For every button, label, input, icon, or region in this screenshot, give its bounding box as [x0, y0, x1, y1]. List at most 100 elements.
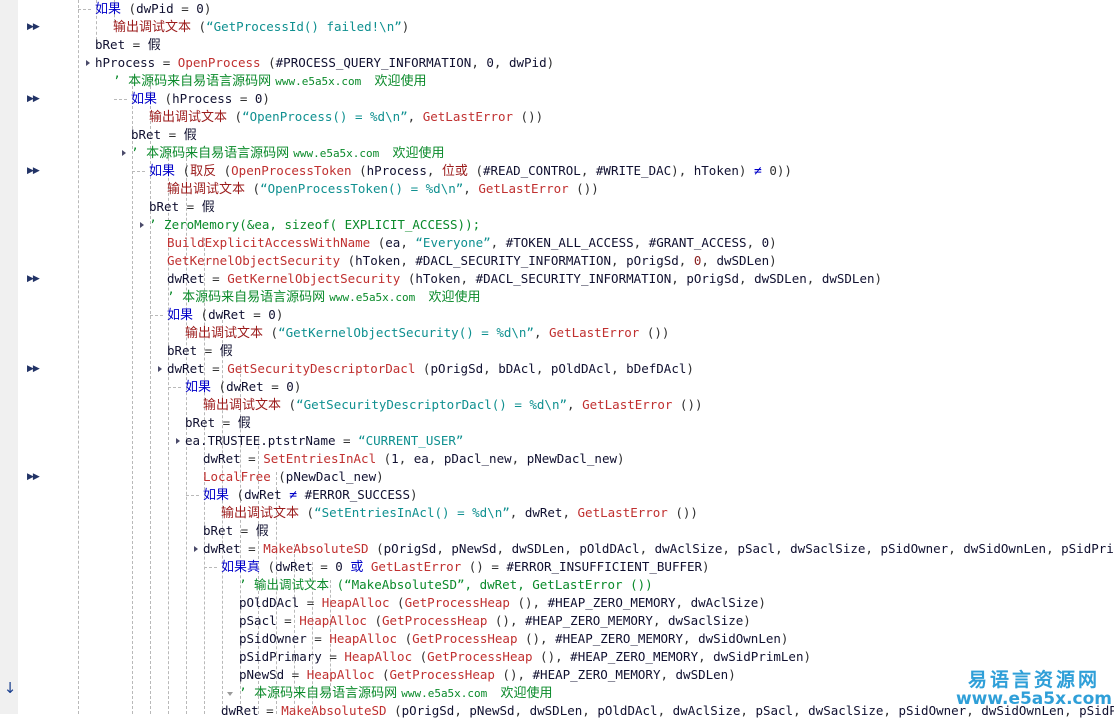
token-punc: , [966, 703, 982, 718]
breakpoint-marker[interactable]: ▶▶ [27, 162, 43, 180]
code-line[interactable]: bRet = 假 [185, 414, 251, 432]
token-punc: = [263, 379, 287, 394]
code-line[interactable]: BuildExplicitAccessWithName (ea, “Everyo… [167, 234, 777, 252]
code-lines[interactable]: 如果 (dwPid = 0) 输出调试文本 (“GetProcessId() fa… [55, 0, 1114, 718]
token-var: pNewSd [451, 541, 497, 556]
token-str: “Everyone” [415, 235, 491, 250]
token-var: dwRet [244, 487, 282, 502]
code-line[interactable]: pSidOwner = HeapAlloc (GetProcessHeap ()… [239, 630, 788, 648]
token-punc: ) [686, 361, 694, 376]
code-line[interactable]: pSacl = HeapAlloc (GetProcessHeap (), #H… [239, 612, 751, 630]
code-line[interactable]: 如果 (dwRet = 0) [185, 378, 301, 396]
code-line[interactable]: dwRet = GetKernelObjectSecurity (hToken,… [167, 270, 882, 288]
token-var: dwRet [275, 559, 313, 574]
token-punc: ) [803, 649, 812, 664]
token-punc: (), [487, 613, 526, 628]
token-var: dwPid [136, 1, 174, 16]
code-line[interactable]: 输出调试文本 (“GetSecurityDescriptorDacl() = %… [203, 396, 703, 414]
token-punc: (), [532, 649, 571, 664]
token-fn: HeapAlloc [299, 613, 367, 628]
token-punc: ( [245, 181, 261, 196]
code-line[interactable]: ’ 输出调试文本 (“MakeAbsoluteSD”, dwRet, GetLa… [239, 576, 653, 594]
token-punc: , [739, 271, 755, 286]
token-punc: ) [203, 1, 212, 16]
token-var: bDAcl [498, 361, 536, 376]
code-line[interactable]: 输出调试文本 (“GetKernelObjectSecurity() = %d\… [185, 324, 669, 342]
token-punc: , [657, 703, 673, 718]
token-punc: ) [376, 469, 384, 484]
code-line[interactable]: 如果 (取反 (OpenProcessToken (hProcess, 位或 (… [149, 162, 792, 180]
breakpoint-marker[interactable]: ▶▶ [27, 270, 43, 288]
token-neq: ≠ [753, 164, 762, 179]
token-punc: ( [263, 325, 279, 340]
code-line[interactable]: GetKernelObjectSecurity (hToken, #DACL_S… [167, 252, 777, 270]
code-line[interactable]: bRet = 假 [149, 198, 215, 216]
token-cst: #HEAP_ZERO_MEMORY [570, 649, 699, 664]
token-fn: GetProcessHeap [382, 613, 488, 628]
code-line[interactable]: ’ 本源码来自易语言源码网 www.e5a5x.com 欢迎使用 [131, 144, 445, 162]
token-punc: ) [262, 91, 270, 106]
breakpoint-marker[interactable]: ▶▶ [27, 18, 43, 36]
code-line[interactable]: ’ 本源码来自易语言源码网 www.e5a5x.com 欢迎使用 [239, 684, 553, 702]
token-punc: , [633, 235, 649, 250]
token-punc: ( [340, 253, 356, 268]
token-var: pOrigSd [626, 253, 679, 268]
code-line[interactable]: 输出调试文本 (“OpenProcess() = %d\n”, GetLastE… [149, 108, 543, 126]
token-cst: 0 [335, 559, 343, 574]
breakpoint-marker[interactable]: ▶▶ [27, 360, 43, 378]
code-line[interactable]: ’ 本源码来自易语言源码网 www.e5a5x.com 欢迎使用 [167, 288, 481, 306]
token-kw: 如果真 [221, 560, 261, 575]
code-line[interactable]: bRet = 假 [203, 522, 269, 540]
token-punc: ( [211, 379, 227, 394]
code-line[interactable]: 输出调试文本 (“OpenProcessToken() = %d\n”, Get… [167, 180, 599, 198]
code-line[interactable]: 如果 (dwPid = 0) [95, 0, 211, 18]
code-line[interactable]: ea.TRUSTEE.ptstrName = “CURRENT_USER” [185, 432, 463, 450]
token-cst: #PROCESS_QUERY_INFORMATION [275, 55, 472, 70]
token-fn: HeapAlloc [321, 595, 390, 610]
token-punc: , [865, 541, 881, 556]
code-line[interactable]: dwRet = MakeAbsoluteSD (pOrigSd, pNewSd,… [221, 702, 1114, 720]
token-punc: ( [175, 163, 191, 178]
token-punc: = [284, 667, 307, 682]
breakpoint-marker[interactable]: ▶▶ [27, 90, 43, 108]
code-line[interactable]: pNewSd = HeapAlloc (GetProcessHeap (), #… [239, 666, 736, 684]
token-var: dwSDLen [716, 253, 770, 268]
code-line[interactable]: hProcess = OpenProcess (#PROCESS_QUERY_I… [95, 54, 554, 72]
token-punc: , [400, 235, 416, 250]
scroll-down-arrow[interactable]: ↓ [3, 678, 17, 698]
code-line[interactable]: LocalFree (pNewDacl_new) [203, 468, 384, 486]
token-fn: SetEntriesInAcl [263, 451, 377, 466]
breakpoint-marker[interactable]: ▶▶ [27, 468, 43, 486]
token-cmd: 输出调试文本 [185, 326, 264, 341]
token-bool: 假 [183, 128, 197, 143]
code-line[interactable]: 如果 (dwRet ≠ #ERROR_SUCCESS) [203, 486, 418, 504]
code-line[interactable]: dwRet = MakeAbsoluteSD (pOrigSd, pNewSd,… [203, 540, 1114, 558]
token-fn: HeapAlloc [329, 631, 398, 646]
code-line[interactable]: 如果 (dwRet = 0) [167, 306, 283, 324]
comment-chinese-tail: 欢迎使用 [374, 74, 427, 89]
token-var: dwRet [167, 271, 205, 286]
token-punc: ()) [513, 109, 544, 124]
code-line[interactable]: dwRet = GetSecurityDescriptorDacl (pOrig… [167, 360, 694, 378]
code-line[interactable]: ’ ZeroMemory(&ea, sizeof( EXPLICIT_ACCES… [149, 216, 480, 234]
token-fn: GetLastError [422, 109, 514, 124]
code-line[interactable]: 输出调试文本 (“GetProcessId() failed!\n”) [113, 18, 409, 36]
code-line[interactable]: ’ 本源码来自易语言源码网 www.e5a5x.com 欢迎使用 [113, 72, 427, 90]
code-line[interactable]: 输出调试文本 (“SetEntriesInAcl() = %d\n”, dwRe… [221, 504, 698, 522]
token-cst: #DACL_SECURITY_INFORMATION [415, 253, 612, 268]
code-line[interactable]: bRet = 假 [95, 36, 161, 54]
token-punc: ) [401, 19, 410, 34]
token-kw: 如果 [185, 380, 212, 395]
code-line[interactable]: dwRet = SetEntriesInAcl (1, ea, pDacl_ne… [203, 450, 625, 468]
comment-chinese-tail: 欢迎使用 [392, 146, 445, 161]
code-line[interactable]: pOldDAcl = HeapAlloc (GetProcessHeap (),… [239, 594, 766, 612]
token-var: dwSDLen [675, 667, 729, 682]
code-editor[interactable]: ▶▶ ▶▶ ▶▶ ▶▶ ▶▶ ▶▶ 如果 (dwPid = 0) 输出调试文本 (“GetP… [0, 0, 1114, 718]
code-line[interactable]: 如果真 (dwRet = 0 或 GetLastError () = #ERRO… [221, 558, 710, 576]
token-var: dwAclSize [672, 703, 741, 718]
code-line[interactable]: bRet = 假 [131, 126, 197, 144]
token-var: bDefDAcl [626, 361, 687, 376]
code-line[interactable]: bRet = 假 [167, 342, 233, 360]
code-line[interactable]: 如果 (hProcess = 0) [131, 90, 270, 108]
code-line[interactable]: pSidPrimary = HeapAlloc (GetProcessHeap … [239, 648, 811, 666]
